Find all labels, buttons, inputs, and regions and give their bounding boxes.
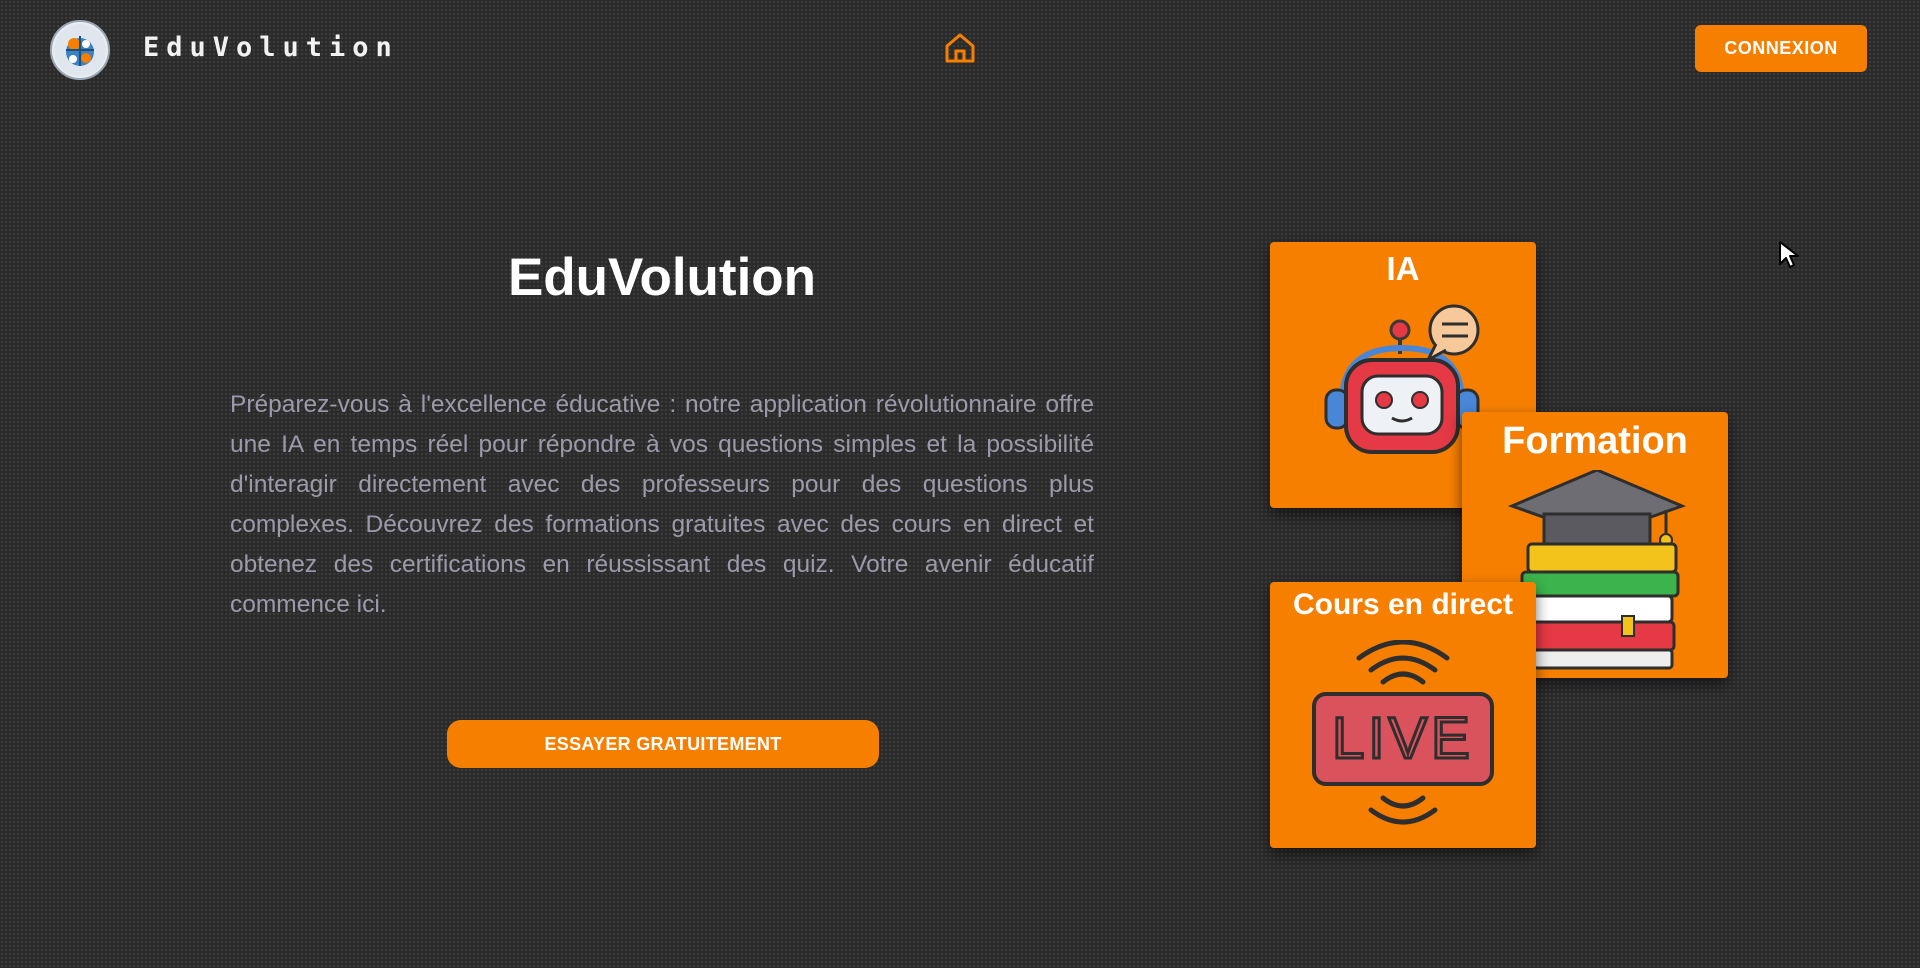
try-free-button[interactable]: ESSAYER GRATUITEMENT xyxy=(447,720,879,768)
live-broadcast-icon: LIVE xyxy=(1312,640,1494,825)
card-title: IA xyxy=(1386,250,1420,287)
brand-name: EduVolution xyxy=(143,32,399,63)
hero-description: Préparez-vous à l'excellence éducative :… xyxy=(230,391,1094,618)
hero-title: EduVolution xyxy=(507,248,817,307)
card-title: Formation xyxy=(1502,420,1688,462)
svg-text:LIVE: LIVE xyxy=(1332,706,1474,771)
mouse-cursor-icon xyxy=(1779,241,1799,268)
connexion-button[interactable]: CONNEXION xyxy=(1695,25,1867,72)
top-navbar: EduVolution CONNEXION xyxy=(0,0,1920,100)
home-icon[interactable] xyxy=(942,30,978,66)
feature-card-live[interactable]: Cours en direct LIVE xyxy=(1270,582,1536,848)
eduvolution-logo-icon[interactable] xyxy=(50,20,110,80)
card-title: Cours en direct xyxy=(1292,588,1514,621)
